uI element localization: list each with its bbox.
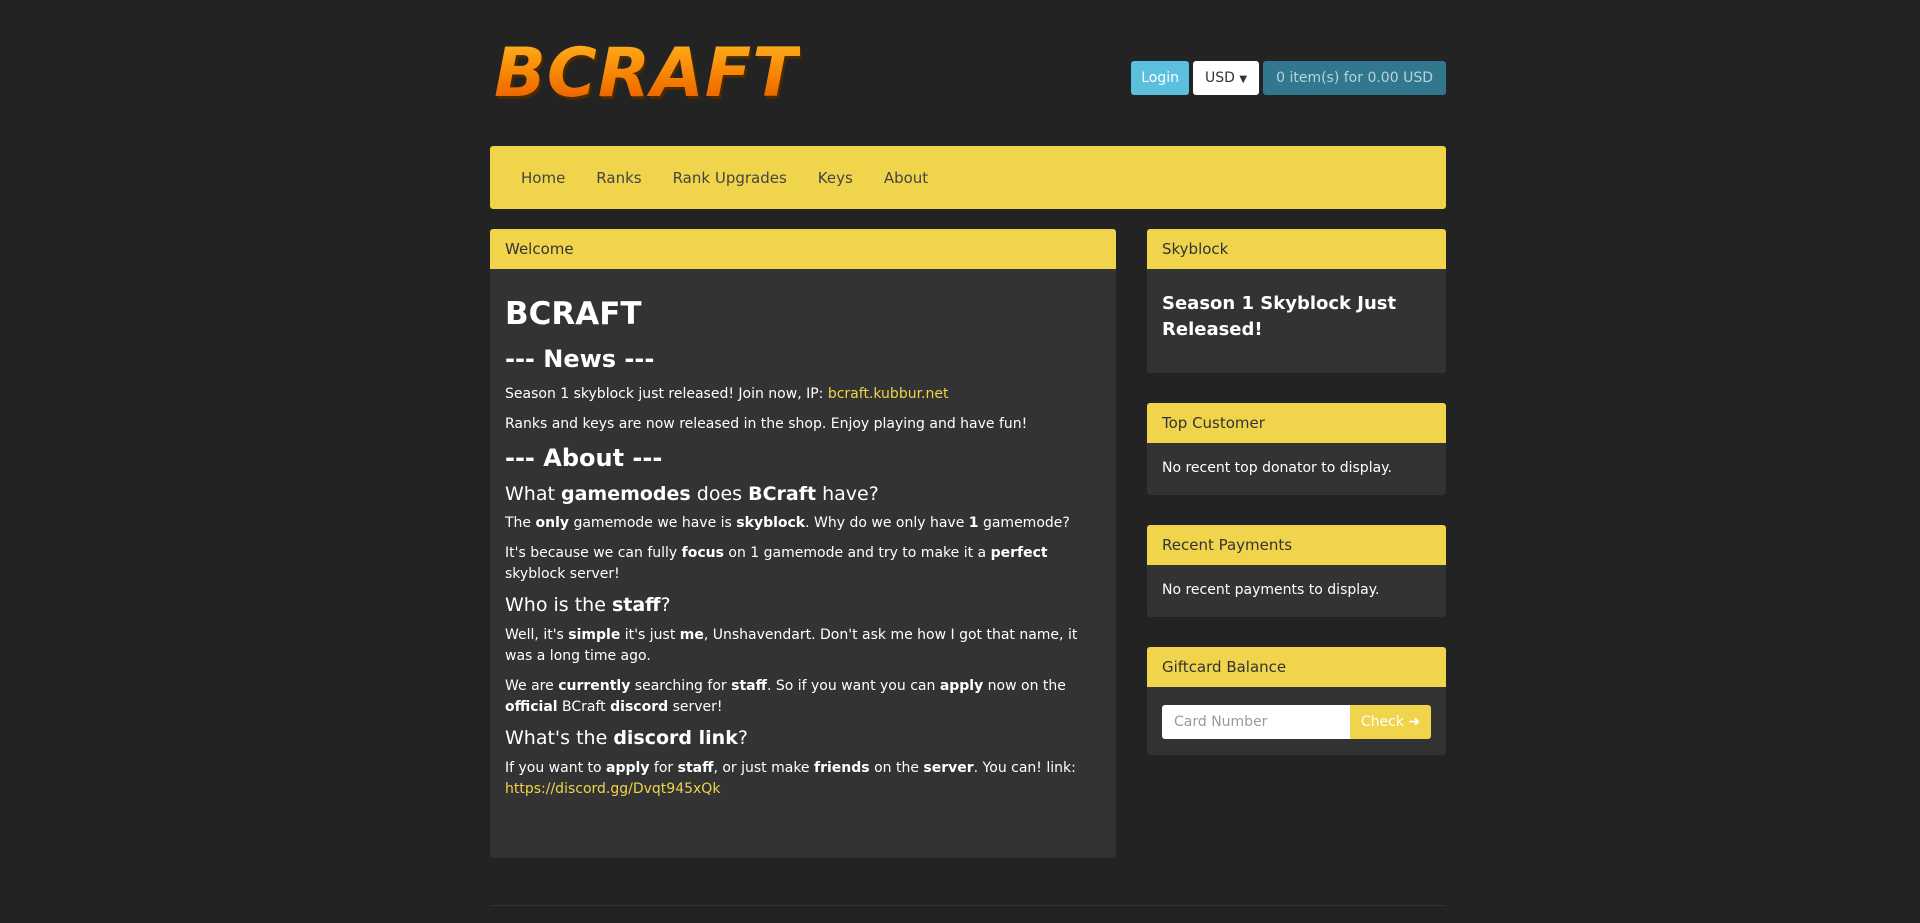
skyblock-panel-body: Season 1 Skyblock Just Released! (1147, 269, 1446, 358)
nav-item-rank-upgrades[interactable]: Rank Upgrades (673, 169, 787, 187)
top-customer-panel: Top Customer No recent top donator to di… (1147, 403, 1446, 495)
nav-item-home[interactable]: Home (521, 169, 565, 187)
news-heading: --- News --- (505, 345, 655, 374)
top-customer-text: No recent top donator to display. (1162, 460, 1392, 476)
main-navbar: Home Ranks Rank Upgrades Keys About (490, 146, 1446, 209)
welcome-panel: Welcome BCRAFT --- News --- Season 1 sky… (490, 229, 1116, 858)
recent-payments-text: No recent payments to display. (1162, 582, 1380, 598)
caret-down-icon: ▼ (1239, 74, 1248, 85)
giftcard-heading: Giftcard Balance (1147, 647, 1446, 687)
currency-label: USD (1205, 70, 1235, 86)
recent-payments-panel: Recent Payments No recent payments to di… (1147, 525, 1446, 617)
nav-item-keys[interactable]: Keys (818, 169, 853, 187)
server-ip-link[interactable]: bcraft.kubbur.net (828, 386, 949, 402)
question-gamemodes: What gamemodes does BCraft have? (505, 482, 879, 505)
giftcard-body: Card Number Check ➜ (1147, 687, 1446, 754)
nav-item-ranks[interactable]: Ranks (596, 169, 641, 187)
answer-staff-1: Well, it's simple it's just me, Unshaven… (505, 627, 1078, 665)
currency-dropdown[interactable]: USD ▼ (1193, 61, 1260, 95)
skyblock-announcement: Season 1 Skyblock Just Released! (1162, 293, 1397, 340)
news-item-2: Ranks and keys are now released in the s… (505, 415, 1028, 432)
discord-link[interactable]: https://discord.gg/Dvqt945xQk (505, 781, 720, 797)
recent-payments-heading: Recent Payments (1147, 525, 1446, 565)
check-button-label: Check (1360, 714, 1404, 730)
news-item-1: Season 1 skyblock just released! Join no… (505, 384, 1101, 405)
giftcard-form: Card Number Check ➜ (1162, 705, 1431, 739)
about-heading: --- About --- (505, 443, 663, 472)
check-button[interactable]: Check ➜ (1350, 705, 1431, 739)
giftcard-panel: Giftcard Balance Card Number Check ➜ (1147, 647, 1446, 755)
question-staff: Who is the staff? (505, 594, 671, 617)
top-customer-heading: Top Customer (1147, 403, 1446, 443)
skyblock-panel: Skyblock Season 1 Skyblock Just Released… (1147, 229, 1446, 373)
arrow-right-icon: ➜ (1408, 714, 1421, 730)
card-number-input[interactable]: Card Number (1162, 705, 1350, 739)
site-logo[interactable]: BCRAFT (494, 40, 800, 108)
header-actions: Login USD ▼ 0 item(s) for 0.00 USD (1131, 61, 1446, 95)
answer-discord: If you want to apply for staff, or just … (505, 760, 1076, 798)
skyblock-panel-heading: Skyblock (1147, 229, 1446, 269)
news-item-1-text: Season 1 skyblock just released! Join no… (505, 385, 828, 402)
answer-gamemodes-2: It's because we can fully focus on 1 gam… (505, 545, 1048, 583)
welcome-panel-body: BCRAFT --- News --- Season 1 skyblock ju… (490, 269, 1116, 821)
answer-staff-2: We are currently searching for staff. So… (505, 678, 1066, 716)
login-button[interactable]: Login (1131, 61, 1190, 95)
answer-gamemodes-1: The only gamemode we have is skyblock. W… (505, 515, 1070, 532)
welcome-title: BCRAFT (505, 296, 642, 332)
question-discord: What's the discord link? (505, 727, 748, 750)
nav-item-about[interactable]: About (884, 169, 928, 187)
cart-button[interactable]: 0 item(s) for 0.00 USD (1263, 61, 1446, 95)
footer-divider (490, 905, 1446, 906)
welcome-panel-heading: Welcome (490, 229, 1116, 269)
